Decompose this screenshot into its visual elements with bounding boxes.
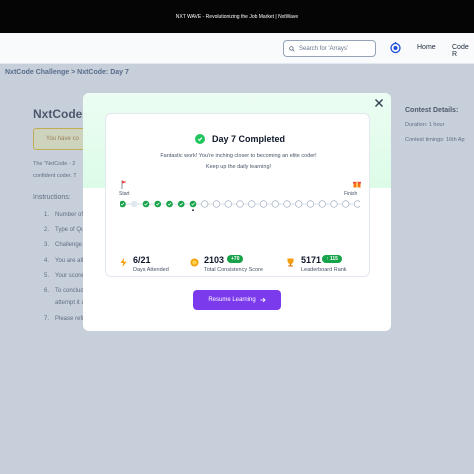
current-day-marker [192,209,194,212]
trophy-icon [287,258,294,267]
day-dot-completed [189,200,197,208]
search-placeholder: Search for 'Arrays' [299,45,348,52]
progress-track [120,200,360,212]
rank-change-badge: ↑ 115 [322,255,342,263]
resume-learning-button[interactable]: Resume Learning [193,290,281,310]
start-flag-icon [121,180,127,189]
day-dot-upcoming [330,200,338,208]
day-dot-upcoming [271,200,279,208]
modal-subtitle-line-1: Fantastic work! You're inching closer to… [160,153,317,159]
day-dot-upcoming [318,200,326,208]
leaderboard-rank-label: Leaderboard Rank [301,267,347,273]
start-label: Start [119,191,130,197]
days-attended-value: 6/21 [133,255,151,265]
search-input[interactable]: Search for 'Arrays' [283,40,376,57]
finish-label: Finish [344,191,358,197]
day-dot-completed [177,200,185,208]
navbar: Search for 'Arrays' Home Code R [0,33,474,64]
leaderboard-rank-value: 5171 [301,255,322,265]
day-dot-upcoming [295,200,303,208]
consistency-score-label: Total Consistency Score [204,267,263,273]
check-icon [195,134,205,144]
day-dot-completed [142,200,150,208]
day-dot-upcoming [224,200,232,208]
day-dot-upcoming [236,200,244,208]
day-dot-missed [130,200,138,208]
day-dot-upcoming [306,200,315,208]
day-dot-upcoming [212,200,221,208]
search-icon [289,45,295,52]
score-change-badge: +70 [227,255,244,263]
announcement-bar: NXT WAVE - Revolutionizing the Job Marke… [0,0,474,33]
close-icon[interactable] [374,98,384,108]
days-attended-label: Days Attended [133,267,169,273]
nav-code-link[interactable]: Code R [452,44,474,58]
day-dot-upcoming [353,200,360,208]
coin-icon [190,258,199,267]
day-dot-completed [166,200,173,208]
announcement-text: NXT WAVE - Revolutionizing the Job Marke… [175,13,299,20]
streak-icon[interactable] [389,41,402,54]
day-dot-upcoming [201,200,209,208]
day-completed-modal: Day 7 Completed Fantastic work! You're i… [83,93,391,331]
nav-home-link[interactable]: Home [417,44,436,51]
progress-card: Day 7 Completed Fantastic work! You're i… [105,113,370,277]
modal-title: Day 7 Completed [212,134,286,144]
consistency-score-value: 2103 [204,255,225,265]
day-dot-upcoming [342,200,350,208]
lightning-icon [120,258,127,267]
finish-gift-icon [353,181,361,188]
day-dot-upcoming [248,200,256,208]
day-dot-completed [154,200,162,208]
day-dot-upcoming [283,200,291,208]
resume-learning-label: Resume Learning [208,297,256,303]
modal-subtitle-line-2: Keep up the daily learning! [205,164,272,170]
day-dot-upcoming [259,200,268,208]
arrow-right-icon [260,297,266,303]
